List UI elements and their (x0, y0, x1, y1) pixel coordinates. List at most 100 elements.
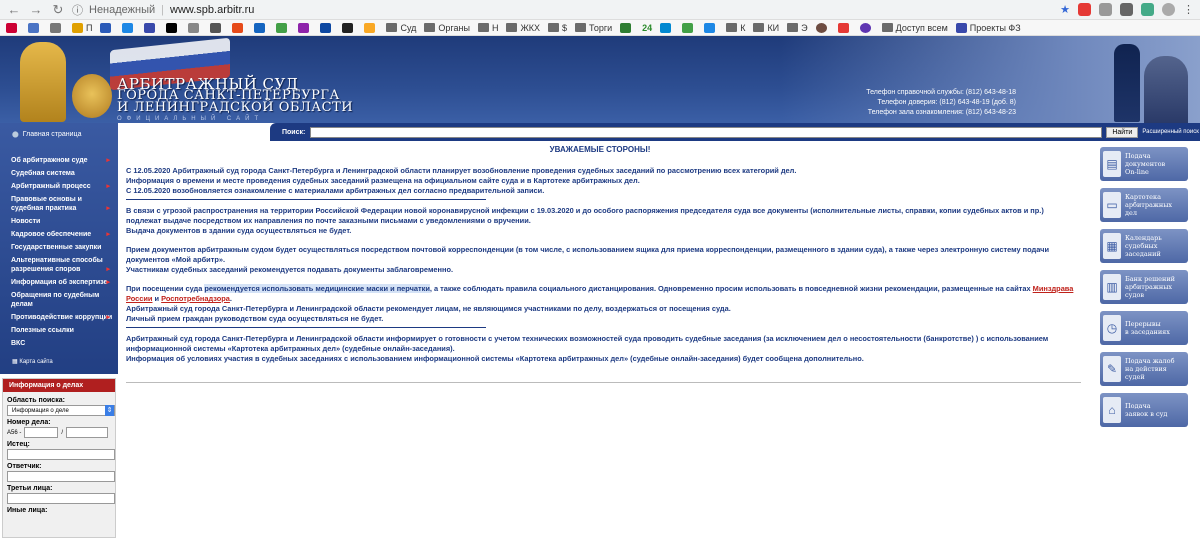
url-text: www.spb.arbitr.ru (170, 3, 255, 16)
defendant-field[interactable] (7, 471, 115, 482)
sidebar-item-adr[interactable]: Альтернативные способы разрешения споров (11, 254, 114, 276)
sidebar-item-judicial-system[interactable]: Судебная система (11, 167, 114, 180)
bookmark[interactable] (144, 22, 158, 33)
profile-avatar[interactable] (1162, 3, 1175, 16)
bookmark[interactable] (815, 22, 830, 33)
menu-icon[interactable]: ⋮ (1183, 3, 1194, 16)
bookmark[interactable] (704, 22, 718, 33)
back-icon[interactable]: ← (6, 2, 22, 17)
extension-icon[interactable] (1141, 3, 1154, 16)
bookmark[interactable] (188, 22, 202, 33)
sidebar-item-anticorruption[interactable]: Противодействие коррупции (11, 311, 114, 324)
bookmark[interactable]: П (72, 22, 92, 33)
sidebar-item-about[interactable]: Об арбитражном суде (11, 154, 114, 167)
bookmark[interactable] (660, 22, 674, 33)
bookmark-folder[interactable]: Н (477, 23, 498, 33)
forward-icon[interactable]: → (28, 2, 44, 17)
bookmark-folder[interactable]: К (726, 23, 745, 33)
complaint-icon: ✎ (1103, 356, 1121, 382)
bookmark[interactable] (682, 22, 696, 33)
case-year-field[interactable] (66, 427, 109, 438)
search-area-value: Информация о деле (12, 407, 69, 414)
bookmark-icon (955, 22, 967, 33)
third-parties-field[interactable] (7, 493, 115, 504)
divider (126, 327, 486, 328)
bookmark-icon (276, 22, 288, 33)
sidebar-item-staffing[interactable]: Кадровое обеспечение (11, 228, 114, 241)
bookmark[interactable] (342, 22, 356, 33)
sidebar-menu: Главная страница Об арбитражном суде Суд… (0, 123, 118, 374)
court-title[interactable]: АРБИТРАЖНЫЙ СУД ГОРОДА САНКТ-ПЕТЕРБУРГА … (117, 77, 353, 115)
text-segment: При посещении суда (126, 284, 205, 293)
bookmark[interactable] (254, 22, 268, 33)
decisions-bank-button[interactable]: ▥ Банк решений арбитражных судов (1100, 270, 1188, 304)
bookmark[interactable] (276, 22, 290, 33)
complaints-button[interactable]: ✎ Подача жалоб на действия судей (1100, 352, 1188, 386)
bookmark[interactable] (210, 22, 224, 33)
text-segment: и (152, 294, 162, 303)
bookmark[interactable] (298, 22, 312, 33)
bookmark[interactable] (100, 22, 114, 33)
bookmark-icon (144, 22, 156, 33)
sidebar-item-legal-basis[interactable]: Правовые основы и судебная практика (11, 193, 114, 215)
bookmark[interactable] (859, 22, 874, 33)
bookmark[interactable] (122, 22, 136, 33)
bookmark[interactable]: Проекты ФЗ (955, 22, 1021, 33)
folder-icon: ▭ (1103, 192, 1121, 218)
hearings-calendar-button[interactable]: ▦ Календарь судебных заседаний (1100, 229, 1188, 263)
home-link[interactable]: Главная страница (0, 123, 118, 154)
bookmark-folder[interactable]: Органы (424, 23, 470, 33)
sidebar-item-links[interactable]: Полезные ссылки (11, 324, 114, 337)
bookmark[interactable] (320, 22, 334, 33)
court-applications-button[interactable]: ⌂ Подача заявок в суд (1100, 393, 1188, 427)
case-number-field[interactable] (24, 427, 59, 438)
bookmark[interactable] (620, 22, 634, 33)
bookmark-folder[interactable]: КИ (753, 23, 779, 33)
bookmark-folder[interactable]: Торги (575, 23, 612, 33)
sidebar-item-expertise[interactable]: Информация об экспертизе (11, 276, 114, 289)
hearing-breaks-button[interactable]: ◷ Перерывы в заседаниях (1100, 311, 1188, 345)
bookmark[interactable] (166, 22, 180, 33)
bookmark-folder[interactable]: Э (787, 23, 808, 33)
star-icon[interactable]: ★ (1060, 3, 1070, 16)
bookmark-icon (122, 22, 134, 33)
bookmark-folder[interactable]: ЖКХ (506, 23, 540, 33)
case-number-prefix: А56 - (7, 429, 22, 436)
url-field[interactable]: ⓘ Ненадежный | www.spb.arbitr.ru (72, 2, 1050, 18)
sidebar-item-procurement[interactable]: Государственные закупки (11, 241, 114, 254)
search-area-select[interactable]: Информация о деле (7, 405, 115, 416)
plaintiff-field[interactable] (7, 449, 115, 460)
bookmark-folder[interactable]: $ (548, 23, 567, 33)
reload-icon[interactable]: ↻ (50, 2, 66, 18)
bookmark-folder[interactable]: Суд (386, 23, 416, 33)
bookmark-icon (50, 22, 61, 33)
sidebar-item-process[interactable]: Арбитражный процесс (11, 180, 114, 193)
advanced-search-link[interactable]: Расширенный поиск (1142, 129, 1199, 135)
divider (126, 382, 1081, 383)
bookmark[interactable] (232, 22, 246, 33)
folder-icon (881, 23, 893, 32)
folder-icon (726, 23, 738, 32)
bookmark[interactable]: 24 (642, 23, 652, 33)
bookmark[interactable] (50, 22, 64, 33)
bookmark[interactable] (837, 22, 852, 33)
bookmark[interactable] (28, 22, 42, 33)
highlighted-text: рекомендуется использовать медицинские м… (204, 284, 430, 293)
sidebar-item-appeals[interactable]: Обращения по судебным делам (11, 289, 114, 311)
bookmark-folder[interactable]: Доступ всем (881, 23, 948, 33)
search-button[interactable]: Найти (1106, 126, 1139, 138)
bookmark[interactable] (364, 22, 378, 33)
bookmark[interactable] (6, 22, 20, 33)
extension-icon[interactable] (1078, 3, 1091, 16)
main-content: Поиск: Найти Расширенный поиск УВАЖАЕМЫЕ… (118, 123, 1200, 555)
sitemap-link[interactable]: Карта сайта (0, 350, 118, 374)
search-input[interactable] (310, 126, 1103, 138)
online-filing-button[interactable]: ▤ Подача документов On-line (1100, 147, 1188, 181)
sidebar-item-news[interactable]: Новости (11, 215, 114, 228)
rospotrebnadzor-link[interactable]: Роспотребнадзора (161, 294, 230, 303)
extension-icon[interactable] (1120, 3, 1133, 16)
bookmark-icon (232, 22, 244, 33)
extension-icon[interactable] (1099, 3, 1112, 16)
sidebar-item-vks[interactable]: ВКС (11, 337, 114, 350)
case-files-button[interactable]: ▭ Картотека арбитражных дел (1100, 188, 1188, 222)
